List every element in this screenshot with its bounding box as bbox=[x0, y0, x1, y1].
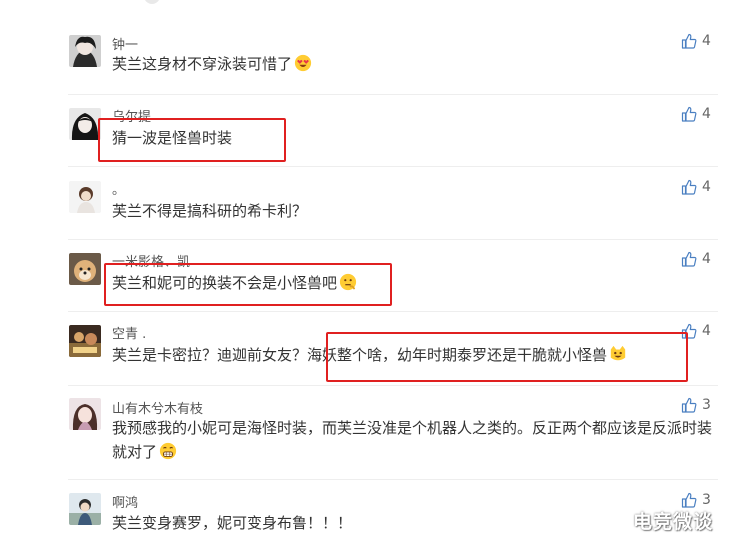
comment-text-content: 芙兰是卡密拉？迪迦前女友？海妖整个啥，幼年时期泰罗还是干脆就小怪兽 bbox=[112, 346, 608, 364]
like-count: 3 bbox=[702, 397, 711, 413]
avatar[interactable] bbox=[69, 181, 101, 213]
avatar[interactable] bbox=[69, 253, 101, 285]
comment-text: 芙兰和妮可的换装不会是小怪兽吧 bbox=[112, 271, 357, 295]
grin-emoji-icon bbox=[159, 442, 177, 460]
like-count: 4 bbox=[702, 179, 711, 195]
thumbs-up-icon bbox=[681, 323, 697, 339]
comment-text: 我预感我的小妮可是海怪时装，而芙兰没准是个机器人之类的。反正两个都应该是反派时装… bbox=[112, 416, 712, 464]
divider bbox=[68, 311, 718, 312]
heart-eyes-emoji-icon bbox=[294, 54, 312, 72]
comment-text-content: 我预感我的小妮可是海怪时装，而芙兰没准是个机器人之类的。反正两个都应该是反派时装… bbox=[112, 419, 713, 461]
like-count: 4 bbox=[702, 106, 711, 122]
like-button[interactable]: 4 bbox=[681, 177, 711, 197]
thumbs-up-icon bbox=[681, 397, 697, 413]
avatar[interactable] bbox=[69, 493, 101, 525]
comment-text: 芙兰不得是搞科研的希卡利？ bbox=[112, 202, 308, 220]
avatar[interactable] bbox=[69, 35, 101, 67]
avatar[interactable] bbox=[69, 325, 101, 357]
username[interactable]: 乌尔提 bbox=[112, 106, 151, 125]
like-button[interactable]: 4 bbox=[681, 31, 711, 51]
avatar[interactable] bbox=[69, 108, 101, 140]
divider bbox=[68, 94, 718, 95]
like-button[interactable]: 4 bbox=[681, 249, 711, 269]
like-count: 4 bbox=[702, 323, 711, 339]
thumbs-up-icon bbox=[681, 179, 697, 195]
username[interactable]: 啊鸿 bbox=[112, 492, 138, 511]
cat-emoji-icon bbox=[610, 345, 626, 361]
thumbs-up-icon bbox=[681, 492, 697, 508]
username[interactable]: 钟一 bbox=[112, 34, 138, 53]
comment-text: 芙兰变身赛罗，妮可变身布鲁！！！ bbox=[112, 514, 353, 532]
avatar[interactable] bbox=[69, 398, 101, 430]
divider bbox=[68, 166, 718, 167]
divider bbox=[68, 239, 718, 240]
comment-text-content: 芙兰这身材不穿泳装可惜了 bbox=[112, 55, 293, 73]
thinking-emoji-icon bbox=[339, 273, 357, 291]
watermark: 电竞微谈 bbox=[633, 511, 714, 533]
thumbs-up-icon bbox=[681, 106, 697, 122]
comment-text: 猜一波是怪兽时装 bbox=[112, 129, 233, 147]
thumbs-up-icon bbox=[681, 251, 697, 267]
like-button[interactable]: 4 bbox=[681, 321, 711, 341]
like-button[interactable]: 3 bbox=[681, 395, 711, 415]
like-count: 4 bbox=[702, 251, 711, 267]
like-button[interactable]: 4 bbox=[681, 104, 711, 124]
divider bbox=[68, 479, 718, 480]
comment-text-content: 芙兰和妮可的换装不会是小怪兽吧 bbox=[112, 274, 338, 292]
divider bbox=[68, 385, 718, 386]
thumbs-up-icon bbox=[681, 33, 697, 49]
username[interactable]: 空青 . bbox=[112, 323, 146, 342]
comment-text: 芙兰是卡密拉？迪迦前女友？海妖整个啥，幼年时期泰罗还是干脆就小怪兽 bbox=[112, 343, 627, 367]
comment-text: 芙兰这身材不穿泳装可惜了 bbox=[112, 52, 312, 76]
like-count: 3 bbox=[702, 492, 711, 508]
like-count: 4 bbox=[702, 33, 711, 49]
username[interactable]: 山有木兮木有枝 bbox=[112, 398, 203, 417]
username[interactable]: 。 bbox=[112, 179, 125, 198]
previous-avatar-stub bbox=[144, 0, 160, 4]
username[interactable]: 一米影格、凯 bbox=[112, 251, 190, 270]
